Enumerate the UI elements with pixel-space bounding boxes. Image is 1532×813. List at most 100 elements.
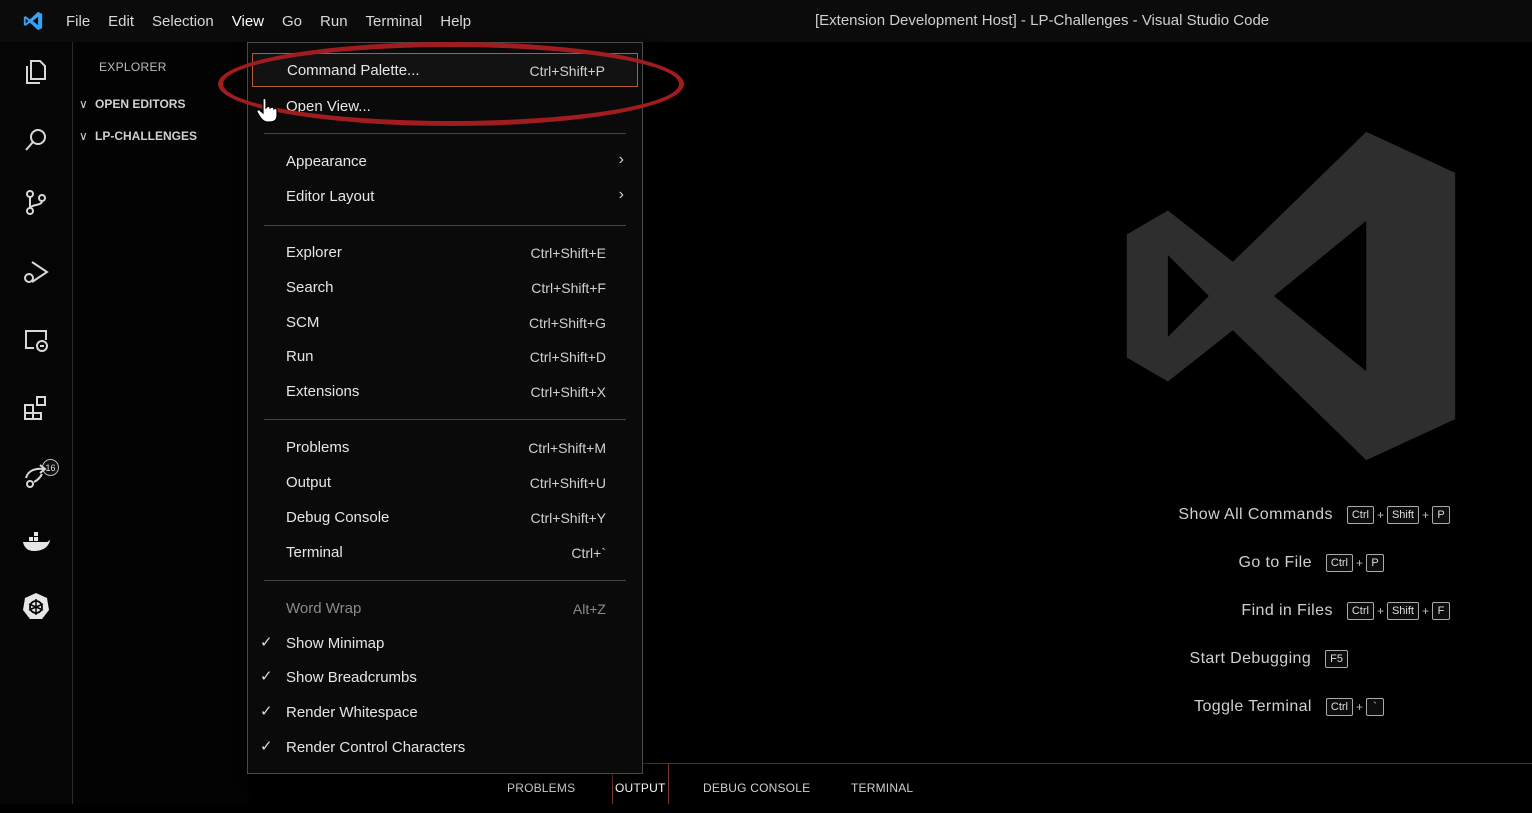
menu-item-debug-console[interactable]: Debug Console Ctrl+Shift+Y — [248, 501, 642, 535]
menu-item-run[interactable]: Run Ctrl+Shift+D — [248, 340, 642, 374]
plus-sign: + — [1421, 508, 1429, 522]
menu-edit[interactable]: Edit — [99, 13, 143, 30]
menu-terminal[interactable]: Terminal — [357, 13, 432, 30]
key-cap: Ctrl — [1346, 506, 1374, 524]
menu-file[interactable]: File — [66, 13, 99, 30]
menu-item-label: Terminal — [286, 544, 343, 561]
section-open-editors-label: OPEN EDITORS — [95, 97, 186, 111]
menu-help[interactable]: Help — [431, 13, 480, 30]
key-cap: F — [1432, 602, 1450, 620]
menu-item-editor-layout[interactable]: Editor Layout › — [248, 180, 642, 214]
section-lp-challenges[interactable]: ∨ LP-CHALLENGES — [79, 129, 197, 143]
window-title: [Extension Development Host] - LP-Challe… — [815, 12, 1270, 29]
menu-item-label: Search — [286, 279, 334, 296]
menu-item-show-minimap[interactable]: ✓ Show Minimap — [248, 627, 642, 661]
menu-item-label: Editor Layout — [286, 188, 375, 205]
menu-item-search[interactable]: Search Ctrl+Shift+F — [248, 271, 642, 305]
key-cap: Shift — [1386, 506, 1419, 524]
menu-item-shortcut: Ctrl+Shift+D — [529, 349, 606, 365]
section-open-editors[interactable]: ∨ OPEN EDITORS — [79, 97, 185, 111]
shortcut-show-all-commands: Show All Commands Ctrl + Shift + P — [1178, 506, 1450, 524]
vscode-watermark-logo — [1126, 131, 1456, 461]
checkmark-icon: ✓ — [260, 668, 273, 685]
remote-explorer-icon[interactable] — [20, 324, 52, 356]
menu-item-render-control-characters[interactable]: ✓ Render Control Characters — [248, 731, 642, 765]
run-debug-icon[interactable] — [20, 256, 52, 288]
menu-item-label: Word Wrap — [286, 600, 362, 617]
menu-item-label: Problems — [286, 439, 350, 456]
live-share-icon[interactable] — [20, 460, 52, 492]
key-cap: P — [1366, 554, 1384, 572]
menu-item-label: Render Whitespace — [286, 704, 418, 721]
menu-item-shortcut: Ctrl+Shift+E — [530, 245, 606, 261]
shortcut-label: Start Debugging — [1189, 650, 1312, 667]
plus-sign: + — [1355, 556, 1363, 570]
plus-sign: + — [1376, 604, 1384, 618]
extensions-icon[interactable] — [20, 392, 52, 424]
tab-terminal[interactable]: TERMINAL — [851, 764, 913, 804]
key-cap: ` — [1366, 698, 1384, 716]
key-cap: Ctrl — [1346, 602, 1374, 620]
menu-item-shortcut: Ctrl+Shift+G — [528, 315, 606, 331]
menu-item-extensions[interactable]: Extensions Ctrl+Shift+X — [248, 375, 642, 409]
menu-separator — [264, 133, 626, 134]
menu-item-shortcut: Alt+Z — [572, 601, 606, 617]
menu-run[interactable]: Run — [311, 13, 357, 30]
explorer-sidebar: EXPLORER ∨ OPEN EDITORS ∨ LP-CHALLENGES — [73, 42, 249, 804]
title-bar: File Edit Selection View Go Run Terminal… — [0, 0, 1532, 43]
menu-go[interactable]: Go — [273, 13, 311, 30]
menu-item-terminal[interactable]: Terminal Ctrl+` — [248, 536, 642, 570]
menu-item-output[interactable]: Output Ctrl+Shift+U — [248, 466, 642, 500]
menu-item-label: SCM — [286, 314, 320, 331]
menu-item-shortcut: Ctrl+Shift+X — [530, 384, 606, 400]
menu-item-problems[interactable]: Problems Ctrl+Shift+M — [248, 431, 642, 465]
docker-icon[interactable] — [20, 526, 52, 558]
menu-separator — [264, 580, 626, 581]
menu-selection[interactable]: Selection — [143, 13, 223, 30]
menu-item-label: Open View... — [286, 98, 371, 115]
search-icon[interactable] — [20, 124, 52, 156]
menu-item-scm[interactable]: SCM Ctrl+Shift+G — [248, 306, 642, 340]
menu-item-shortcut: Ctrl+Shift+F — [531, 280, 606, 296]
shortcut-find-in-files: Find in Files Ctrl + Shift + F — [1241, 602, 1450, 620]
plus-sign: + — [1355, 700, 1363, 714]
menu-bar: File Edit Selection View Go Run Terminal… — [66, 0, 480, 42]
menu-item-word-wrap[interactable]: Word Wrap Alt+Z — [248, 592, 642, 626]
shortcut-label: Toggle Terminal — [1194, 698, 1312, 715]
plus-sign: + — [1376, 508, 1384, 522]
shortcut-toggle-terminal: Toggle Terminal Ctrl + ` — [1194, 698, 1384, 716]
menu-item-label: Command Palette... — [287, 62, 420, 79]
menu-item-shortcut: Ctrl+Shift+U — [529, 475, 606, 491]
menu-item-render-whitespace[interactable]: ✓ Render Whitespace — [248, 696, 642, 730]
sidebar-title: EXPLORER — [99, 60, 167, 74]
menu-item-label: Run — [286, 348, 314, 365]
menu-item-label: Extensions — [286, 383, 360, 400]
source-control-icon[interactable] — [20, 186, 52, 218]
menu-item-open-view[interactable]: Open View... — [248, 90, 642, 124]
menu-item-label: Show Breadcrumbs — [286, 669, 417, 686]
menu-item-label: Render Control Characters — [286, 739, 466, 756]
shortcut-go-to-file: Go to File Ctrl + P — [1239, 554, 1384, 572]
shortcut-label: Find in Files — [1241, 602, 1333, 619]
checkmark-icon: ✓ — [260, 738, 273, 755]
menu-item-shortcut: Ctrl+` — [571, 545, 606, 561]
key-cap: F5 — [1325, 650, 1348, 668]
menu-item-shortcut: Ctrl+Shift+P — [529, 63, 605, 79]
menu-item-label: Appearance — [286, 153, 367, 170]
menu-item-command-palette[interactable]: Command Palette... Ctrl+Shift+P — [252, 53, 638, 87]
menu-item-label: Debug Console — [286, 509, 390, 526]
plus-sign: + — [1421, 604, 1429, 618]
hand-cursor-icon — [256, 97, 278, 123]
key-cap: P — [1432, 506, 1450, 524]
kubernetes-icon[interactable] — [20, 590, 52, 622]
tab-debug-console[interactable]: DEBUG CONSOLE — [703, 764, 810, 804]
menu-item-shortcut: Ctrl+Shift+M — [528, 440, 606, 456]
menu-item-appearance[interactable]: Appearance › — [248, 145, 642, 179]
menu-view[interactable]: View — [223, 13, 273, 30]
menu-item-explorer[interactable]: Explorer Ctrl+Shift+E — [248, 236, 642, 270]
menu-item-show-breadcrumbs[interactable]: ✓ Show Breadcrumbs — [248, 661, 642, 695]
chevron-down-icon: ∨ — [79, 97, 88, 111]
explorer-icon[interactable] — [20, 56, 52, 88]
view-menu-dropdown: Command Palette... Ctrl+Shift+P Open Vie… — [247, 42, 643, 774]
activity-bar: 16 — [0, 42, 73, 804]
